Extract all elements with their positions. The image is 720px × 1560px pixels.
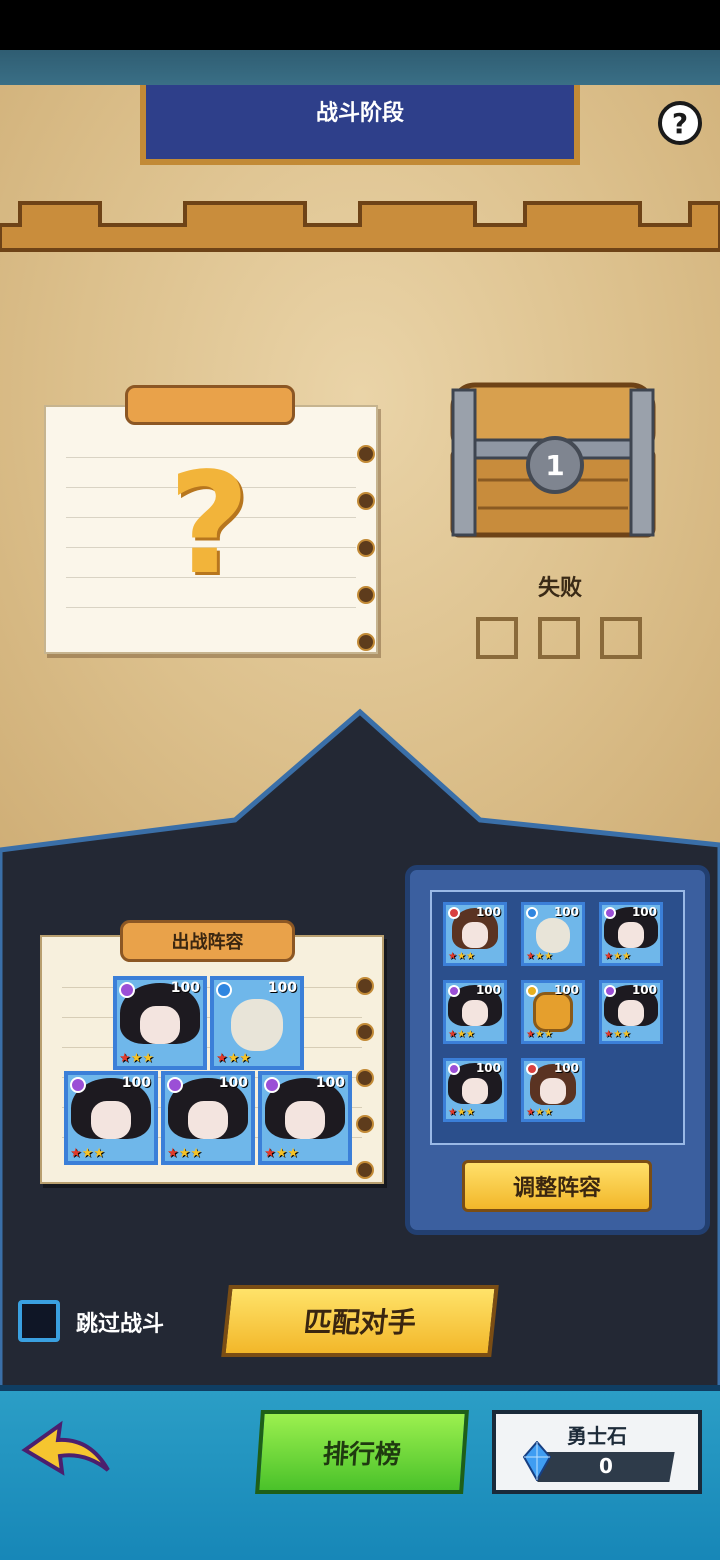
help-button[interactable]: ? — [658, 101, 702, 145]
element-icon — [526, 1063, 538, 1075]
star-rating-icon: ★★★ — [526, 1029, 553, 1040]
roster-hero-card[interactable]: 100 ★★★ — [599, 980, 663, 1044]
binder-ring — [356, 1069, 374, 1087]
element-icon — [216, 982, 232, 998]
roster-hero-card[interactable]: 100 ★★★ — [521, 1058, 585, 1122]
hero-level: 100 — [631, 905, 657, 919]
chest-status-label: 失败 — [537, 576, 582, 601]
chest-number-badge: 1 — [526, 436, 584, 494]
star-rating-icon: ★★★ — [448, 951, 475, 962]
hero-level: 100 — [553, 1061, 579, 1075]
star-rating-icon: ★★★ — [526, 951, 553, 962]
element-icon — [448, 1063, 460, 1075]
binder-ring — [357, 445, 375, 463]
game-screen: 战斗阶段 ? ? 1 失败 出战阵容 100 ★★★ 100 ★★★ 100 ★… — [0, 0, 720, 1560]
castle-wall-decoration — [0, 201, 720, 252]
result-slot — [476, 617, 518, 659]
hero-level: 100 — [475, 905, 501, 919]
lineup-hero-card[interactable]: 100 ★★★ — [64, 1071, 158, 1165]
element-icon — [448, 985, 460, 997]
roster-hero-card[interactable]: 100 ★★★ — [521, 902, 585, 966]
element-icon — [167, 1077, 183, 1093]
page-title: 战斗阶段 — [315, 101, 404, 126]
note-line — [66, 607, 356, 608]
star-rating-icon: ★★★ — [70, 1146, 105, 1161]
lineup-hero-card[interactable]: 100 ★★★ — [258, 1071, 352, 1165]
hero-level: 100 — [475, 1061, 501, 1075]
question-mark-icon: ? — [168, 443, 250, 606]
element-icon — [448, 907, 460, 919]
ranking-label: 排行榜 — [321, 1439, 402, 1470]
star-rating-icon: ★★★ — [216, 1051, 251, 1066]
hero-level: 100 — [121, 1075, 151, 1091]
star-rating-icon: ★★★ — [604, 951, 631, 962]
element-icon — [70, 1077, 86, 1093]
match-opponent-label: 匹配对手 — [302, 1306, 418, 1339]
star-rating-icon: ★★★ — [167, 1146, 202, 1161]
blue-gem-icon — [523, 1441, 551, 1481]
status-bar — [0, 0, 720, 50]
star-rating-icon: ★★★ — [448, 1029, 475, 1040]
element-icon — [604, 907, 616, 919]
hero-level: 100 — [267, 980, 297, 996]
adjust-lineup-button[interactable]: 调整阵容 — [462, 1160, 652, 1212]
result-slot — [600, 617, 642, 659]
binder-ring — [356, 1023, 374, 1041]
roster-hero-card[interactable]: 100 ★★★ — [521, 980, 585, 1044]
element-icon — [526, 985, 538, 997]
hero-level: 100 — [218, 1075, 248, 1091]
lineup-title: 出战阵容 — [120, 920, 295, 962]
lineup-hero-card[interactable]: 100 ★★★ — [210, 976, 304, 1070]
lineup-hero-card[interactable]: 100 ★★★ — [161, 1071, 255, 1165]
hero-level: 100 — [315, 1075, 345, 1091]
binder-ring — [356, 1115, 374, 1133]
star-rating-icon: ★★★ — [604, 1029, 631, 1040]
binder-ring — [357, 492, 375, 510]
roster-hero-card[interactable]: 100 ★★★ — [599, 902, 663, 966]
element-icon — [604, 985, 616, 997]
skip-battle-label[interactable]: 跳过战斗 — [76, 1306, 164, 1338]
match-opponent-button[interactable]: 匹配对手 — [221, 1285, 499, 1357]
binder-ring — [357, 586, 375, 604]
binder-ring — [357, 633, 375, 651]
result-slot — [538, 617, 580, 659]
binder-ring — [356, 1161, 374, 1179]
lineup-hero-card[interactable]: 100 ★★★ — [113, 976, 207, 1070]
roster-hero-card[interactable]: 100 ★★★ — [443, 1058, 507, 1122]
element-icon — [264, 1077, 280, 1093]
help-icon: ? — [671, 106, 689, 140]
hero-level: 100 — [170, 980, 200, 996]
roster-hero-card[interactable]: 100 ★★★ — [443, 980, 507, 1044]
currency-value: 0 — [599, 1454, 613, 1478]
hero-level: 100 — [553, 983, 579, 997]
element-icon — [119, 982, 135, 998]
star-rating-icon: ★★★ — [448, 1107, 475, 1118]
ranking-button[interactable]: 排行榜 — [255, 1410, 469, 1494]
star-rating-icon: ★★★ — [264, 1146, 299, 1161]
back-arrow-icon[interactable] — [20, 1420, 115, 1480]
stage-banner: 战斗阶段 — [140, 85, 580, 165]
skip-battle-checkbox[interactable] — [18, 1300, 60, 1342]
binder-ring — [356, 977, 374, 995]
roster-hero-card[interactable]: 100 ★★★ — [443, 902, 507, 966]
hero-level: 100 — [631, 983, 657, 997]
element-icon — [526, 907, 538, 919]
binder-ring — [357, 539, 375, 557]
sky-strip — [0, 50, 720, 85]
star-rating-icon: ★★★ — [119, 1051, 154, 1066]
hero-level: 100 — [475, 983, 501, 997]
star-rating-icon: ★★★ — [526, 1107, 553, 1118]
hero-level: 100 — [553, 905, 579, 919]
note-clip — [125, 385, 295, 425]
